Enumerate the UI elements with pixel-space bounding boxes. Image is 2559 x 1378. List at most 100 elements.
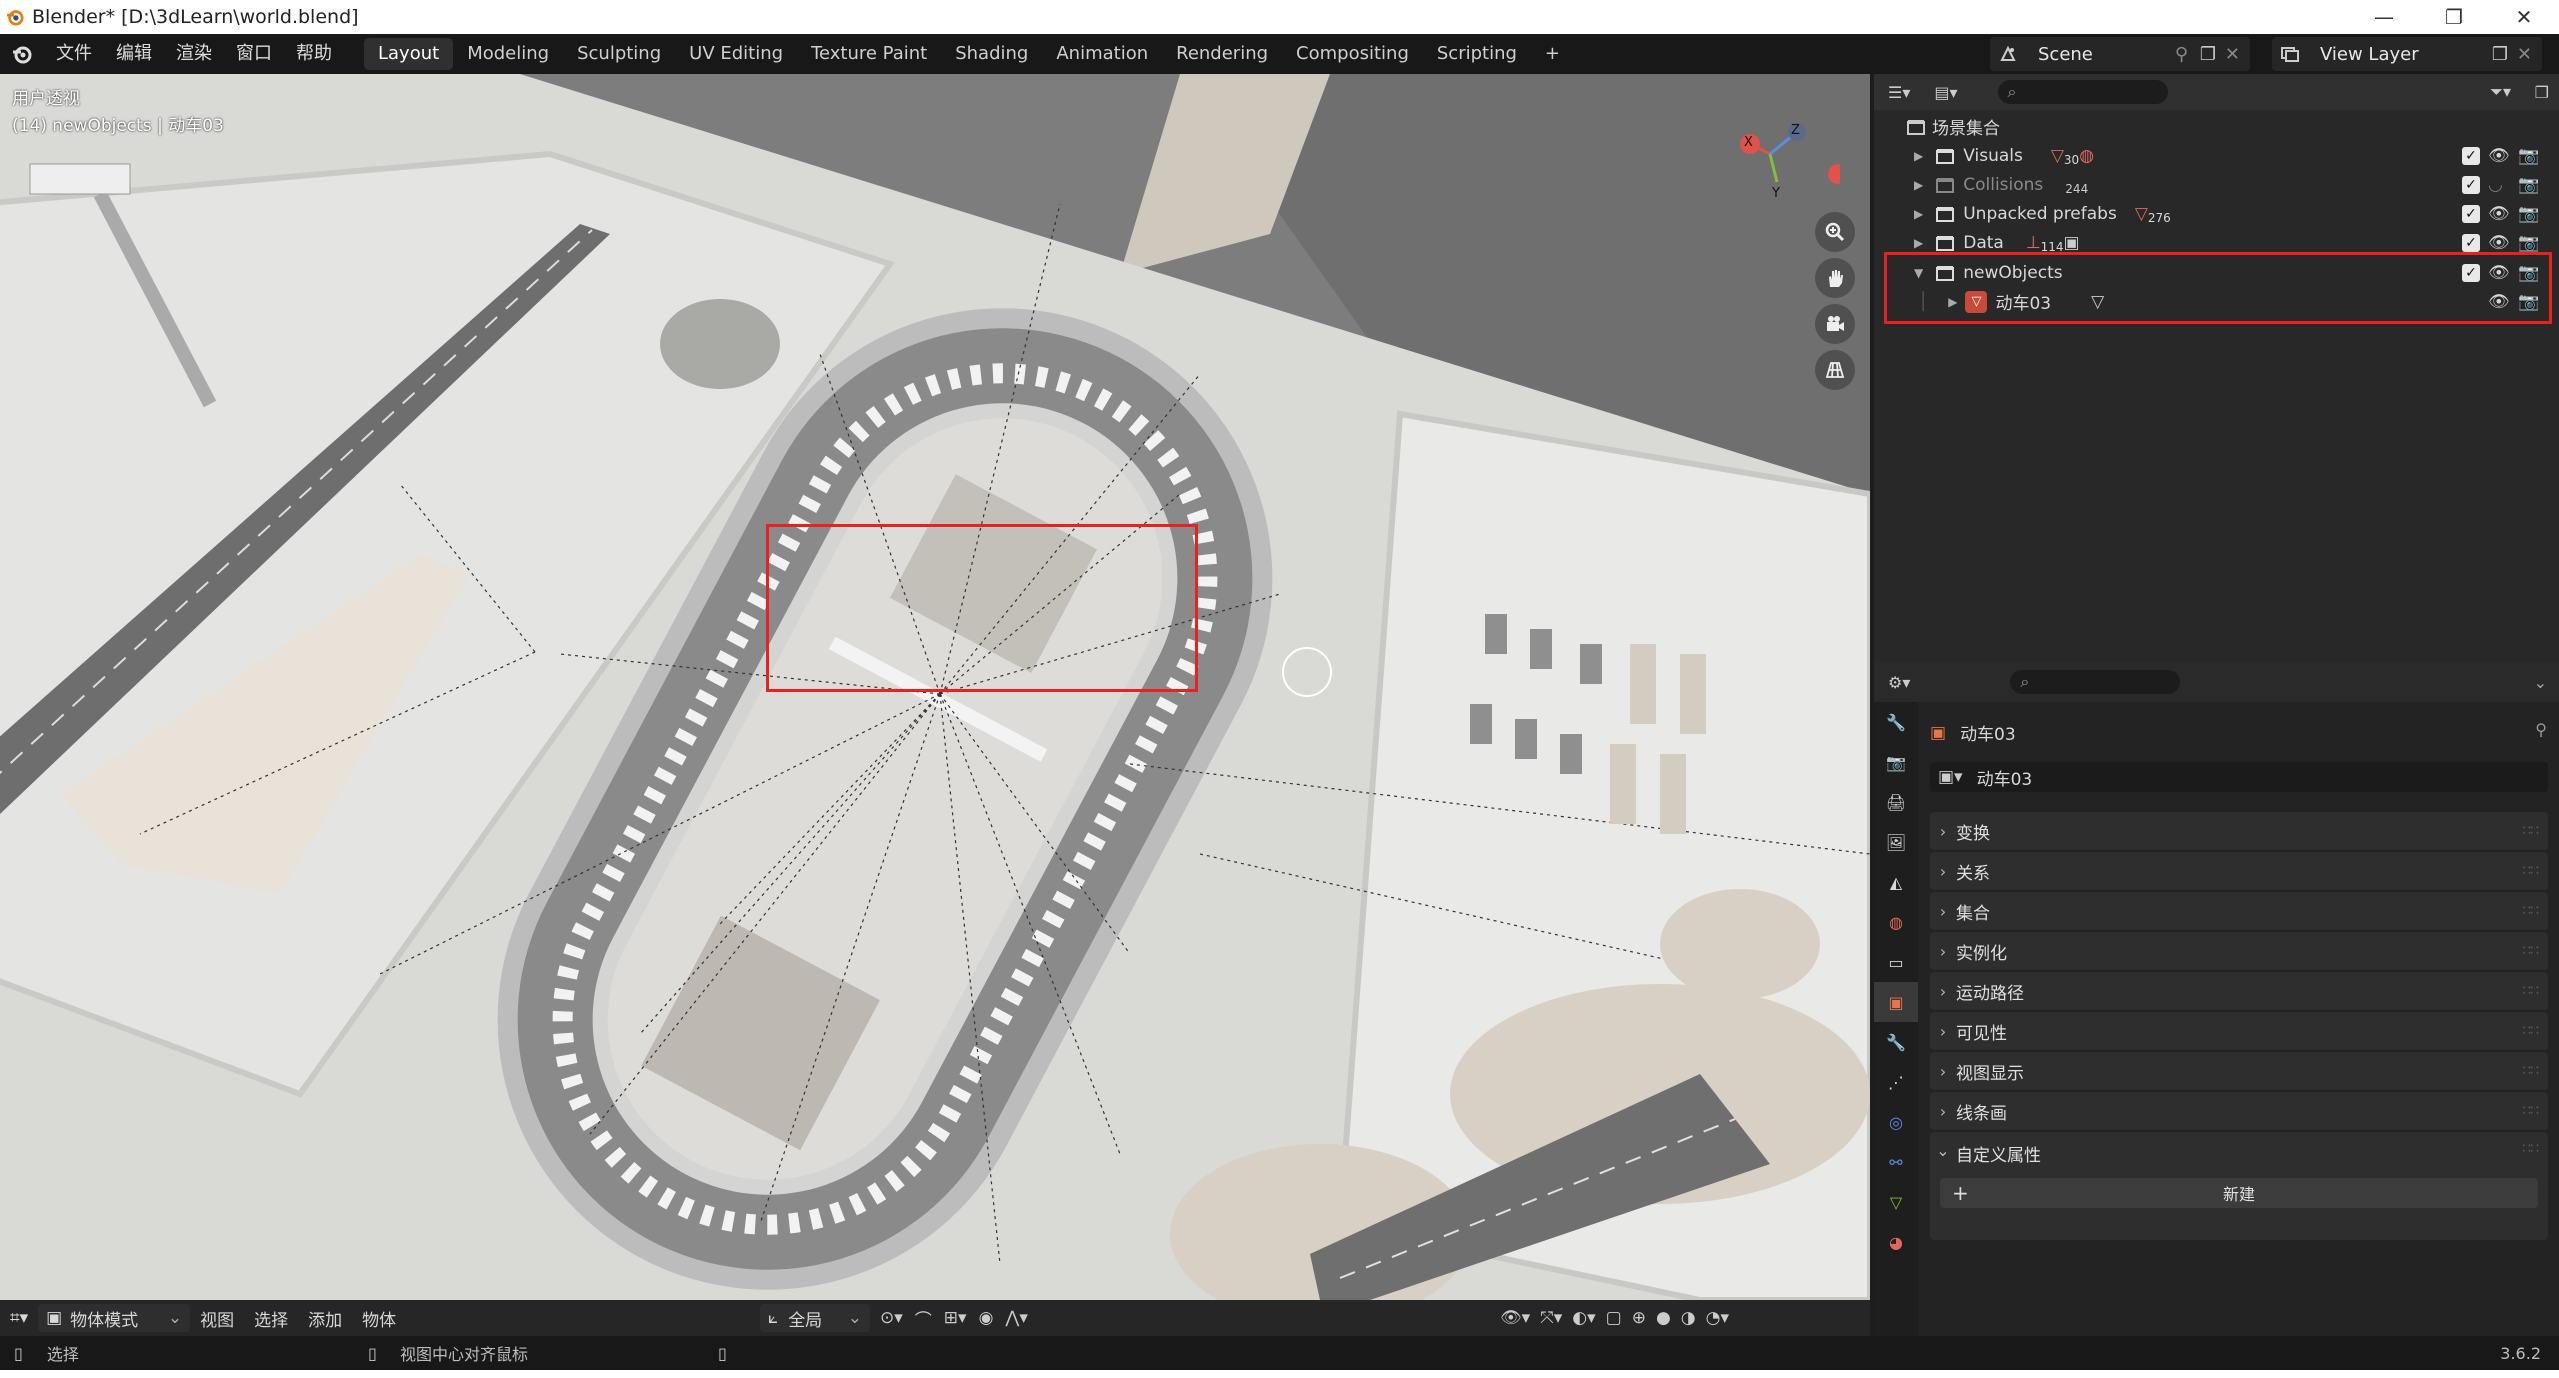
collection-row-visuals[interactable]: ▶ Visuals ▽ 30 ◍ ✓ 👁 📷 bbox=[1874, 141, 2559, 170]
expand-arrow-icon[interactable]: ▶ bbox=[1914, 236, 1923, 250]
panel-visibility[interactable]: › 可见性 ∷∷ bbox=[1930, 1012, 2548, 1050]
visibility-eye-icon[interactable]: 👁 bbox=[2488, 204, 2510, 224]
exclude-checkbox[interactable]: ✓ bbox=[2462, 175, 2480, 194]
hidden-eye-icon[interactable]: ◡ bbox=[2488, 175, 2503, 195]
physics-tab-icon[interactable]: ◎ bbox=[1874, 1102, 1918, 1142]
menu-file[interactable]: 文件 bbox=[44, 34, 104, 74]
panel-instancing[interactable]: › 实例化 ∷∷ bbox=[1930, 932, 2548, 970]
snap-icon[interactable]: ⌒ bbox=[915, 1306, 932, 1331]
delete-view-layer-icon[interactable]: ✕ bbox=[2517, 44, 2532, 65]
transform-orientation-dropdown[interactable]: ⟀ 全局 ⌄ bbox=[760, 1304, 870, 1332]
3d-viewport[interactable]: 用户透视 (14) newObjects | 动车03 X Z Y bbox=[0, 74, 1870, 1300]
collection-row-collisions[interactable]: ▶ Collisions 244 ✓ ◡ 📷 bbox=[1874, 170, 2559, 199]
overlay-icon[interactable]: ◐▾ bbox=[1572, 1308, 1595, 1328]
new-view-layer-icon[interactable]: ❐ bbox=[2492, 44, 2508, 65]
menu-edit[interactable]: 编辑 bbox=[104, 34, 164, 74]
drag-handle-icon[interactable]: ∷∷ bbox=[2522, 983, 2539, 999]
exclude-checkbox[interactable]: ✓ bbox=[2462, 146, 2480, 165]
panel-relations[interactable]: › 关系 ∷∷ bbox=[1930, 852, 2548, 890]
tool-tab-icon[interactable]: 🔧 bbox=[1874, 702, 1918, 742]
expand-arrow-icon[interactable]: ▶ bbox=[1914, 178, 1923, 192]
camera-view-icon[interactable] bbox=[1815, 304, 1855, 344]
pan-hand-icon[interactable] bbox=[1815, 258, 1855, 298]
tab-scripting[interactable]: Scripting bbox=[1423, 38, 1531, 70]
mode-dropdown[interactable]: ▣ 物体模式 ⌄ bbox=[38, 1304, 191, 1332]
drag-handle-icon[interactable]: ∷∷ bbox=[2522, 903, 2539, 919]
collection-row-unpacked-prefabs[interactable]: ▶ Unpacked prefabs ▽ 276 ✓ 👁 📷 bbox=[1874, 199, 2559, 228]
render-tab-icon[interactable]: 📷 bbox=[1874, 742, 1918, 782]
tab-rendering[interactable]: Rendering bbox=[1162, 38, 1282, 70]
view-layer-tab-icon[interactable]: 🖼 bbox=[1874, 822, 1918, 862]
outliner-search-input[interactable]: ⌕ bbox=[1997, 80, 2168, 104]
panel-line-art[interactable]: › 线条画 ∷∷ bbox=[1930, 1092, 2548, 1130]
menu-add[interactable]: 添加 bbox=[298, 1306, 352, 1331]
object-tab-icon[interactable]: ▣ bbox=[1874, 982, 1918, 1022]
tab-modeling[interactable]: Modeling bbox=[453, 38, 563, 70]
menu-view[interactable]: 视图 bbox=[190, 1306, 244, 1331]
pin-icon[interactable]: ⚲ bbox=[2535, 720, 2547, 739]
world-tab-icon[interactable]: ◍ bbox=[1874, 902, 1918, 942]
properties-search-input[interactable]: ⌕ bbox=[2010, 670, 2181, 694]
tab-uv-editing[interactable]: UV Editing bbox=[675, 38, 797, 70]
panel-custom-properties[interactable]: ⌄ 自定义属性 ∷∷ + 新建 bbox=[1930, 1132, 2548, 1240]
drag-handle-icon[interactable]: ∷∷ bbox=[2522, 943, 2539, 959]
data-tab-icon[interactable]: ▽ bbox=[1874, 1182, 1918, 1222]
menu-window[interactable]: 窗口 bbox=[224, 34, 284, 74]
menu-object[interactable]: 物体 bbox=[352, 1306, 406, 1331]
tab-sculpting[interactable]: Sculpting bbox=[563, 38, 675, 70]
falloff-icon[interactable]: ⋀▾ bbox=[1005, 1308, 1027, 1328]
snap-target-icon[interactable]: ⊞▾ bbox=[944, 1308, 967, 1328]
panel-transform[interactable]: › 变换 ∷∷ bbox=[1930, 812, 2548, 850]
render-camera-icon[interactable]: 📷 bbox=[2518, 175, 2539, 195]
particles-tab-icon[interactable]: ⋰ bbox=[1874, 1062, 1918, 1102]
ortho-grid-icon[interactable] bbox=[1815, 350, 1855, 390]
properties-editor-icon[interactable]: ⚙▾ bbox=[1888, 673, 1910, 692]
blender-menu-icon[interactable] bbox=[0, 34, 44, 74]
close-button[interactable]: ✕ bbox=[2489, 0, 2559, 34]
menu-render[interactable]: 渲染 bbox=[164, 34, 224, 74]
menu-select[interactable]: 选择 bbox=[244, 1306, 298, 1331]
expand-arrow-icon[interactable]: ▶ bbox=[1914, 149, 1923, 163]
panel-viewport-display[interactable]: › 视图显示 ∷∷ bbox=[1930, 1052, 2548, 1090]
proportional-edit-icon[interactable]: ◉ bbox=[979, 1308, 994, 1328]
tab-compositing[interactable]: Compositing bbox=[1282, 38, 1423, 70]
shading-solid-icon[interactable]: ● bbox=[1656, 1308, 1671, 1328]
scene-tab-icon[interactable]: ◭ bbox=[1874, 862, 1918, 902]
filter-icon[interactable]: ⏷▾ bbox=[2490, 82, 2511, 102]
constraints-tab-icon[interactable]: ⚯ bbox=[1874, 1142, 1918, 1182]
drag-handle-icon[interactable]: ∷∷ bbox=[2522, 1141, 2539, 1157]
outliner-editor-icon[interactable]: ☰▾ bbox=[1888, 83, 1910, 102]
drag-handle-icon[interactable]: ∷∷ bbox=[2522, 1103, 2539, 1119]
gizmo-toggle-icon[interactable]: ⤧▾ bbox=[1540, 1308, 1562, 1328]
panel-motion-paths[interactable]: › 运动路径 ∷∷ bbox=[1930, 972, 2548, 1010]
new-scene-icon[interactable]: ❐ bbox=[2200, 44, 2216, 65]
zoom-icon[interactable] bbox=[1815, 212, 1855, 252]
pin-icon[interactable]: ⚲ bbox=[2175, 44, 2188, 65]
exclude-checkbox[interactable]: ✓ bbox=[2462, 204, 2480, 223]
scene-selector[interactable]: Scene ⚲ ❐ ✕ bbox=[1990, 37, 2250, 71]
material-tab-icon[interactable]: ◕ bbox=[1874, 1222, 1918, 1262]
expand-arrow-icon[interactable]: ▶ bbox=[1914, 207, 1923, 221]
tab-layout[interactable]: Layout bbox=[364, 38, 454, 70]
drag-handle-icon[interactable]: ∷∷ bbox=[2522, 863, 2539, 879]
view-layer-selector[interactable]: View Layer ❐ ✕ bbox=[2272, 37, 2542, 71]
drag-handle-icon[interactable]: ∷∷ bbox=[2522, 1063, 2539, 1079]
render-camera-icon[interactable]: 📷 bbox=[2518, 146, 2539, 166]
render-camera-icon[interactable]: 📷 bbox=[2518, 204, 2539, 224]
tab-animation[interactable]: Animation bbox=[1042, 38, 1162, 70]
tab-texture-paint[interactable]: Texture Paint bbox=[797, 38, 941, 70]
render-camera-icon[interactable]: 📷 bbox=[2518, 233, 2539, 253]
panel-collections[interactable]: › 集合 ∷∷ bbox=[1930, 892, 2548, 930]
drag-handle-icon[interactable]: ∷∷ bbox=[2522, 823, 2539, 839]
tab-shading[interactable]: Shading bbox=[941, 38, 1042, 70]
shading-wireframe-icon[interactable]: ⊕ bbox=[1632, 1308, 1646, 1328]
editor-type-icon[interactable]: ⌗▾ bbox=[0, 1308, 38, 1328]
menu-help[interactable]: 帮助 bbox=[284, 34, 344, 74]
object-data-icon[interactable]: ▣▾ bbox=[1938, 767, 1963, 787]
collection-tab-icon[interactable]: ▭ bbox=[1874, 942, 1918, 982]
minimize-button[interactable]: — bbox=[2349, 0, 2419, 34]
modifier-tab-icon[interactable]: 🔧 bbox=[1874, 1022, 1918, 1062]
shading-material-icon[interactable]: ◑ bbox=[1681, 1308, 1696, 1328]
xray-icon[interactable]: ▢ bbox=[1606, 1308, 1622, 1328]
visibility-icon[interactable]: 👁▾ bbox=[1500, 1308, 1530, 1328]
